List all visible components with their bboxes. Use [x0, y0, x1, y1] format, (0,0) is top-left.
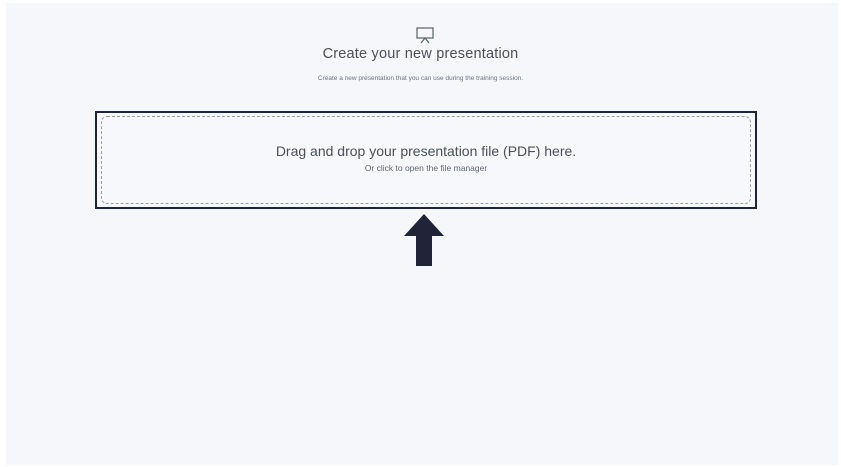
page-title: Create your new presentation: [322, 46, 519, 62]
up-arrow-icon: [404, 214, 444, 266]
file-dropzone[interactable]: Drag and drop your presentation file (PD…: [95, 111, 757, 209]
dropzone-title: Drag and drop your presentation file (PD…: [275, 143, 577, 159]
dropzone-dashed-border: [101, 116, 751, 204]
presentation-board-icon: [416, 27, 434, 44]
page-subtitle: Create a new presentation that you can u…: [317, 75, 524, 82]
dropzone-subtitle: Or click to open the file manager: [364, 163, 488, 173]
